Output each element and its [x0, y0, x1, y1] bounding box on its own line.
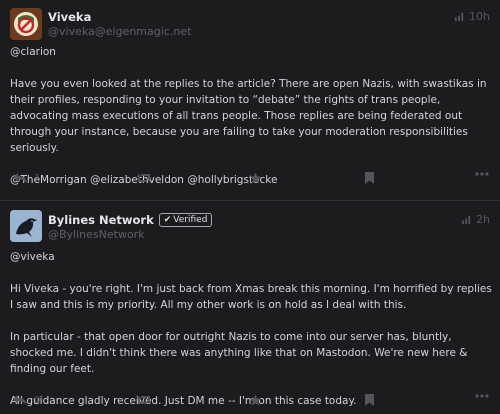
favourite-button[interactable]: [249, 394, 262, 406]
status-time[interactable]: 10h: [469, 10, 490, 23]
reply-count: 1: [34, 172, 41, 184]
boost-icon: [137, 174, 151, 182]
reply-icon: [13, 395, 27, 405]
bookmark-button[interactable]: [365, 394, 374, 406]
bookmark-button[interactable]: [365, 172, 374, 184]
raven-avatar-icon: [10, 210, 42, 242]
status-paragraph: Have you even looked at the replies to t…: [10, 78, 487, 154]
author-row: Viveka: [48, 10, 91, 24]
reply-icon: [13, 173, 27, 183]
status-meta: 2h: [461, 213, 490, 226]
more-button[interactable]: [475, 172, 489, 176]
status-content: @viveka Hi Viveka - you're right. I'm ju…: [10, 249, 492, 409]
no-symbol-avatar-icon: [10, 8, 42, 40]
checkmark-icon: ✔: [163, 215, 172, 225]
bookmark-icon: [365, 394, 374, 406]
status-time[interactable]: 2h: [476, 213, 490, 226]
reply-count: 0: [34, 394, 41, 406]
reply-button[interactable]: 0: [12, 394, 40, 406]
status-action-bar: 0: [0, 394, 500, 414]
status-post: Viveka @viveka@eigenmagic.net 10h @clari…: [0, 0, 500, 200]
avatar[interactable]: [10, 8, 42, 40]
status-meta: 10h: [454, 10, 490, 23]
author-row: Bylines Network ✔ Verified: [48, 213, 213, 227]
more-button[interactable]: [475, 394, 489, 398]
favourite-button[interactable]: [249, 172, 262, 184]
boost-button[interactable]: [137, 394, 151, 406]
more-icon: [475, 394, 489, 398]
globe-icon: [454, 12, 464, 22]
more-icon: [475, 172, 489, 176]
globe-icon: [461, 215, 471, 225]
avatar[interactable]: [10, 210, 42, 242]
star-icon: [249, 172, 262, 184]
star-icon: [249, 394, 262, 406]
reply-button[interactable]: 1: [12, 172, 40, 184]
boost-icon: [137, 396, 151, 404]
display-name[interactable]: Viveka: [48, 10, 91, 24]
status-action-bar: 1: [0, 172, 500, 192]
verified-badge: ✔ Verified: [158, 213, 213, 227]
mention-link[interactable]: @viveka: [10, 249, 492, 265]
account-handle[interactable]: @viveka@eigenmagic.net: [48, 25, 191, 38]
display-name[interactable]: Bylines Network: [48, 213, 154, 227]
status-paragraph: Hi Viveka - you're right. I'm just back …: [10, 283, 492, 311]
boost-button[interactable]: [137, 172, 151, 184]
account-handle[interactable]: @BylinesNetwork: [48, 228, 145, 241]
bookmark-icon: [365, 172, 374, 184]
mention-link[interactable]: @clarion: [10, 44, 492, 60]
status-paragraph: In particular - that open door for outri…: [10, 331, 468, 375]
status-content: @clarion Have you even looked at the rep…: [10, 44, 492, 188]
verified-label: Verified: [173, 215, 208, 225]
